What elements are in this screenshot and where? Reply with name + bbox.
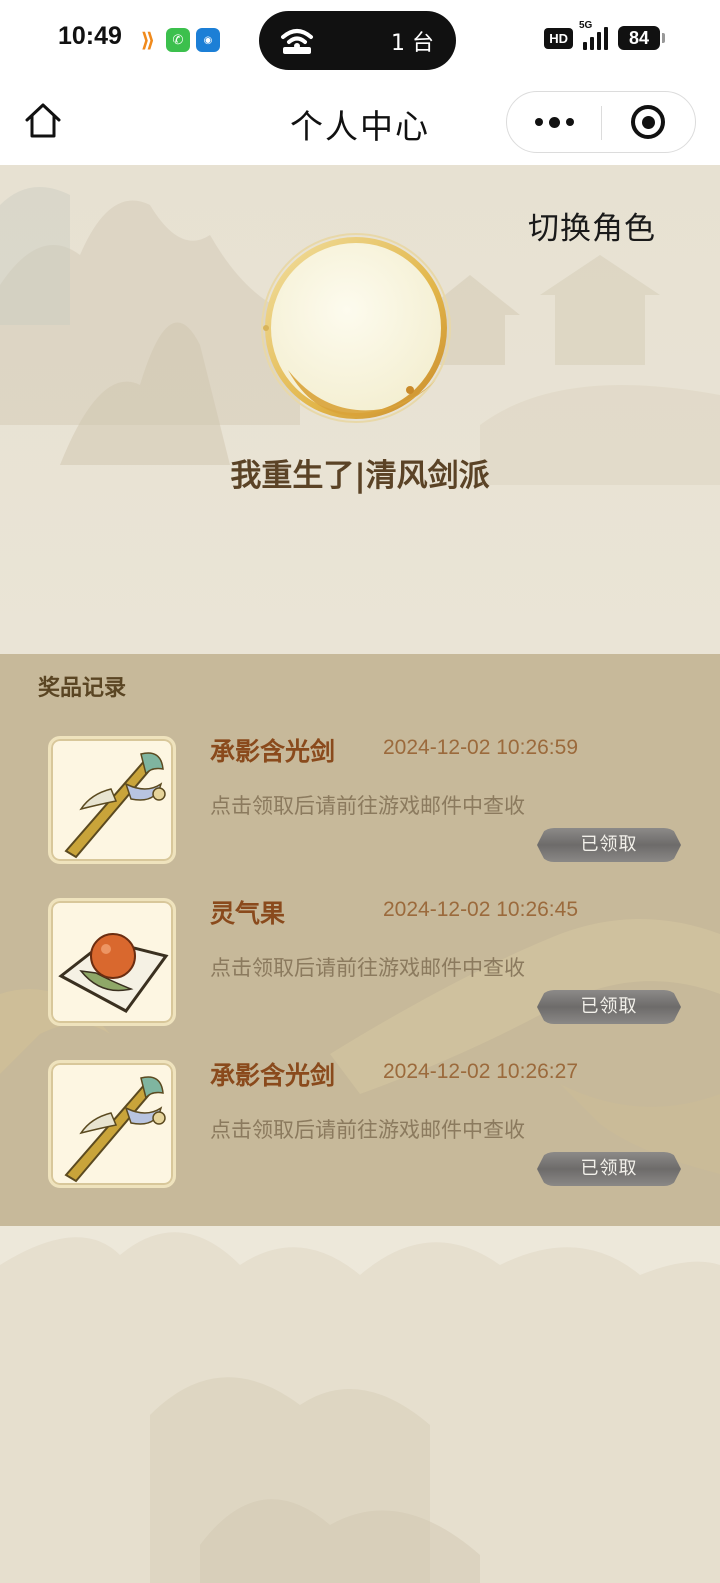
app-notification-icon: ⟫ bbox=[140, 28, 156, 52]
notification-icons: ⟫ ✆ ◉ bbox=[136, 28, 220, 52]
list-item[interactable]: 灵气果 2024-12-02 10:26:45 点击领取后请前往游戏邮件中查收 … bbox=[0, 898, 720, 1038]
cellular-signal-icon: 5G bbox=[579, 20, 608, 50]
close-icon bbox=[631, 105, 665, 139]
navigation-bar: 个人中心 bbox=[0, 80, 720, 165]
profile-name: 我重生了|清风剑派 bbox=[230, 458, 490, 494]
status-time: 10:49 bbox=[58, 22, 122, 50]
network-type: 5G bbox=[579, 20, 593, 31]
claimed-button[interactable]: 已领取 bbox=[537, 828, 681, 862]
item-name: 承影含光剑 bbox=[210, 1061, 336, 1090]
item-description: 点击领取后请前往游戏邮件中查收 bbox=[210, 956, 525, 980]
miniprogram-capsule bbox=[506, 91, 696, 153]
alipay-notification-icon: ◉ bbox=[196, 28, 220, 52]
list-item[interactable]: 承影含光剑 2024-12-02 10:26:27 点击领取后请前往游戏邮件中查… bbox=[0, 1060, 720, 1200]
item-name: 承影含光剑 bbox=[210, 737, 336, 766]
prize-records-panel: 奖品记录 承影含光剑 2024-12-02 10:26:59 点击领取后请前往游… bbox=[0, 654, 720, 1226]
phone-notification-icon: ✆ bbox=[166, 28, 190, 52]
hd-badge: HD bbox=[544, 27, 573, 49]
list-item[interactable]: 承影含光剑 2024-12-02 10:26:59 点击领取后请前往游戏邮件中查… bbox=[0, 736, 720, 876]
more-button[interactable] bbox=[507, 92, 601, 152]
fruit-icon bbox=[48, 898, 176, 1026]
claimed-button[interactable]: 已领取 bbox=[537, 990, 681, 1024]
claimed-button[interactable]: 已领取 bbox=[537, 1152, 681, 1186]
item-description: 点击领取后请前往游戏邮件中查收 bbox=[210, 1118, 525, 1142]
close-button[interactable] bbox=[601, 92, 695, 152]
sword-icon bbox=[48, 1060, 176, 1188]
dynamic-island[interactable]: 1 台 bbox=[259, 11, 456, 70]
item-time: 2024-12-02 10:26:45 bbox=[383, 898, 578, 921]
status-bar: 10:49 ⟫ ✆ ◉ 1 台 HD 5G 84 bbox=[0, 0, 720, 80]
battery-icon: 84 bbox=[618, 26, 665, 50]
item-name: 灵气果 bbox=[210, 899, 286, 928]
sword-icon bbox=[48, 736, 176, 864]
island-device-count: 1 台 bbox=[391, 31, 434, 56]
status-indicators: HD 5G 84 bbox=[544, 20, 665, 50]
item-time: 2024-12-02 10:26:59 bbox=[383, 736, 578, 759]
switch-role-button[interactable]: 切换角色 bbox=[528, 203, 656, 248]
more-icon bbox=[534, 118, 543, 126]
hotspot-icon bbox=[281, 29, 313, 54]
item-description: 点击领取后请前往游戏邮件中查收 bbox=[210, 794, 525, 818]
prize-records-title: 奖品记录 bbox=[38, 675, 127, 701]
item-time: 2024-12-02 10:26:27 bbox=[383, 1060, 578, 1083]
avatar[interactable] bbox=[258, 230, 454, 426]
